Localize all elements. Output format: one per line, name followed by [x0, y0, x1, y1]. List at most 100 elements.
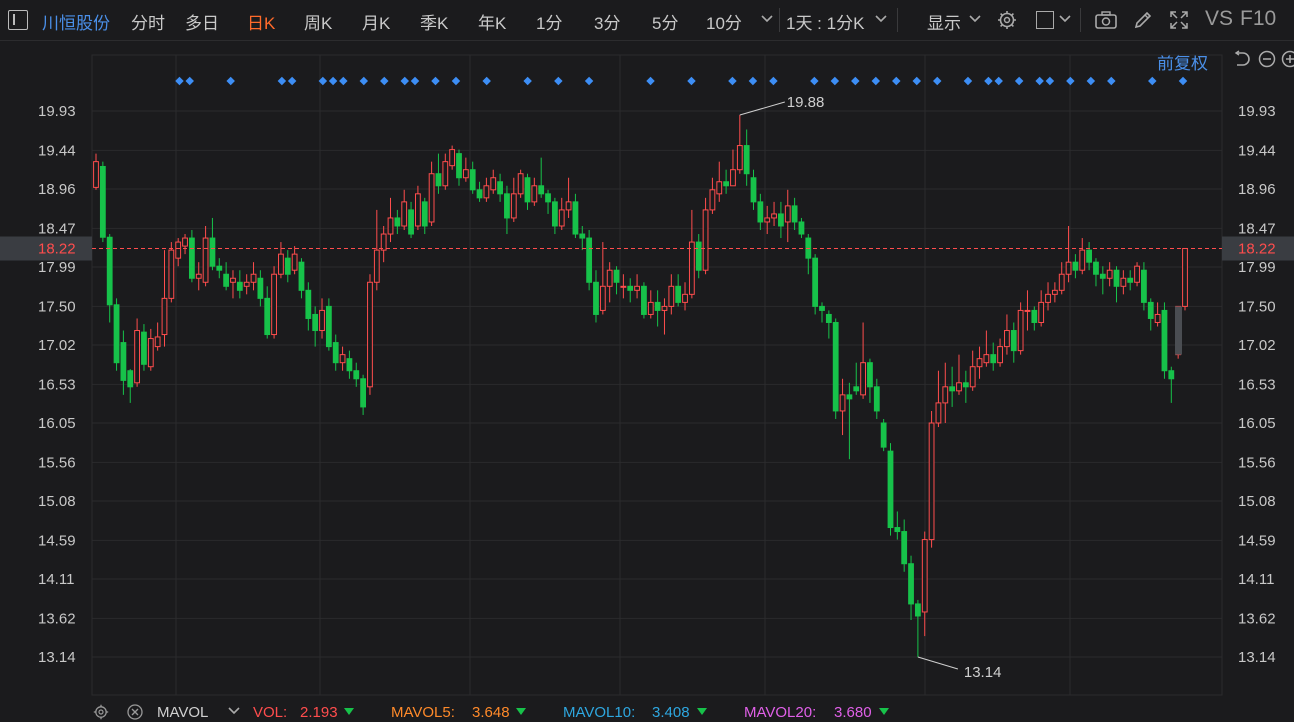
candle-body — [408, 209, 414, 235]
y-tick-label-right: 15.56 — [1238, 454, 1276, 471]
tab-5min[interactable]: 5分 — [652, 9, 678, 34]
tab-3min[interactable]: 3分 — [594, 9, 620, 34]
candle-body — [832, 321, 839, 412]
fullscreen-icon[interactable] — [1168, 9, 1190, 31]
tab-10min[interactable]: 10分 — [706, 9, 742, 34]
candle-body — [476, 189, 483, 199]
candle-body — [695, 241, 702, 271]
mavol5-down-arrow-icon — [516, 708, 526, 715]
candle-body — [613, 269, 620, 283]
interval-chevron-down-icon[interactable] — [874, 12, 888, 26]
candle-body — [1161, 309, 1168, 372]
candle-body — [641, 285, 647, 315]
settings-icon[interactable] — [996, 9, 1018, 31]
candle-body — [1004, 330, 1010, 348]
candle-body — [908, 563, 914, 605]
candle-body — [278, 253, 284, 275]
candle-body — [531, 185, 538, 203]
y-tick-label-right: 18.47 — [1238, 220, 1276, 237]
camera-icon[interactable] — [1094, 9, 1118, 31]
candle-body — [332, 342, 339, 364]
settings-icon[interactable] — [92, 703, 110, 721]
candle-body — [887, 450, 894, 529]
candle-body — [675, 285, 682, 303]
candle-body — [709, 189, 716, 211]
candle-body — [380, 233, 387, 251]
y-tick-label-left: 16.53 — [38, 376, 76, 393]
candle-body — [1093, 261, 1099, 275]
display-menu[interactable]: 显示 — [927, 9, 961, 34]
candle-body — [291, 253, 298, 271]
candle-body — [195, 273, 202, 279]
candle-body — [764, 217, 771, 223]
candle-body — [147, 338, 154, 368]
candle-body — [401, 201, 408, 227]
kline-chart[interactable]: 19.93 19.93 19.44 19.44 18.96 18.96 18.47 18.47… — [0, 40, 1294, 700]
stock-name[interactable]: 川恒股份 — [42, 9, 110, 34]
vol-label: VOL: — [253, 704, 288, 721]
plot-frame — [91, 54, 1223, 696]
event-marker — [932, 76, 942, 86]
tab-weekly-k[interactable]: 周K — [304, 9, 332, 34]
candle-body — [284, 257, 291, 275]
candle-body — [99, 165, 106, 238]
candle-body — [750, 177, 757, 203]
candle-body — [894, 527, 901, 533]
candle-body — [702, 209, 709, 271]
candle-body — [435, 173, 442, 187]
candle-body — [93, 161, 99, 188]
candle-body — [202, 237, 209, 283]
tab-monthly-k[interactable]: 月K — [362, 9, 390, 34]
candle-body — [647, 301, 654, 315]
mavol10-down-arrow-icon — [697, 708, 707, 715]
y-tick-label-left: 18.47 — [38, 220, 76, 237]
candle-body — [421, 201, 428, 227]
candle-body — [264, 297, 271, 336]
tab-intraday[interactable]: 分时 — [131, 9, 165, 34]
mavol10-label: MAVOL10: — [563, 704, 636, 721]
tab-yearly-k[interactable]: 年K — [478, 9, 506, 34]
sidebar-toggle-icon[interactable] — [8, 10, 28, 30]
candle-body — [654, 301, 661, 311]
vs-button[interactable]: VS — [1205, 7, 1233, 31]
event-marker — [748, 76, 758, 86]
tab-1min[interactable]: 1分 — [536, 9, 562, 34]
box-toggle-icon[interactable] — [1034, 9, 1056, 31]
candle-body — [1113, 269, 1120, 287]
event-marker — [646, 76, 655, 86]
interval-select[interactable]: 1天 : 1分K — [786, 9, 864, 34]
display-chevron-down-icon[interactable] — [968, 12, 982, 26]
f10-button[interactable]: F10 — [1240, 7, 1276, 31]
event-marker — [851, 76, 860, 86]
candle-body — [956, 382, 962, 392]
tab-daily-k[interactable]: 日K — [247, 9, 275, 34]
high-annotation-line — [739, 101, 785, 116]
candle-body — [415, 193, 421, 227]
y-tick-label-right: 17.99 — [1238, 259, 1276, 276]
event-marker — [584, 76, 594, 86]
y-tick-label-right: 16.53 — [1238, 376, 1276, 393]
mavol20-label: MAVOL20: — [744, 704, 817, 721]
y-tick-label-left: 17.99 — [38, 259, 76, 276]
candle-body — [901, 531, 908, 565]
candle-body — [394, 217, 401, 227]
candle-body — [168, 249, 175, 299]
tab-quarterly-k[interactable]: 季K — [420, 9, 448, 34]
candle-body — [914, 603, 921, 617]
box-chevron-down-icon[interactable] — [1058, 12, 1072, 26]
event-marker — [1014, 76, 1024, 86]
close-icon[interactable] — [126, 703, 144, 721]
indicator-name[interactable]: MAVOL — [157, 704, 208, 721]
event-marker — [1086, 76, 1096, 86]
pencil-icon[interactable] — [1132, 9, 1154, 31]
chart-scroll-handle — [1175, 306, 1182, 355]
candle-body — [928, 422, 935, 541]
candle-body — [784, 205, 791, 223]
candle-body — [935, 402, 942, 424]
more-periods-chevron-down-icon[interactable] — [760, 12, 774, 26]
tab-multiday[interactable]: 多日 — [185, 9, 219, 34]
event-marker — [963, 76, 973, 86]
candle-body — [524, 177, 531, 203]
event-marker — [728, 76, 737, 86]
indicator-chevron-down-icon[interactable] — [228, 705, 240, 717]
